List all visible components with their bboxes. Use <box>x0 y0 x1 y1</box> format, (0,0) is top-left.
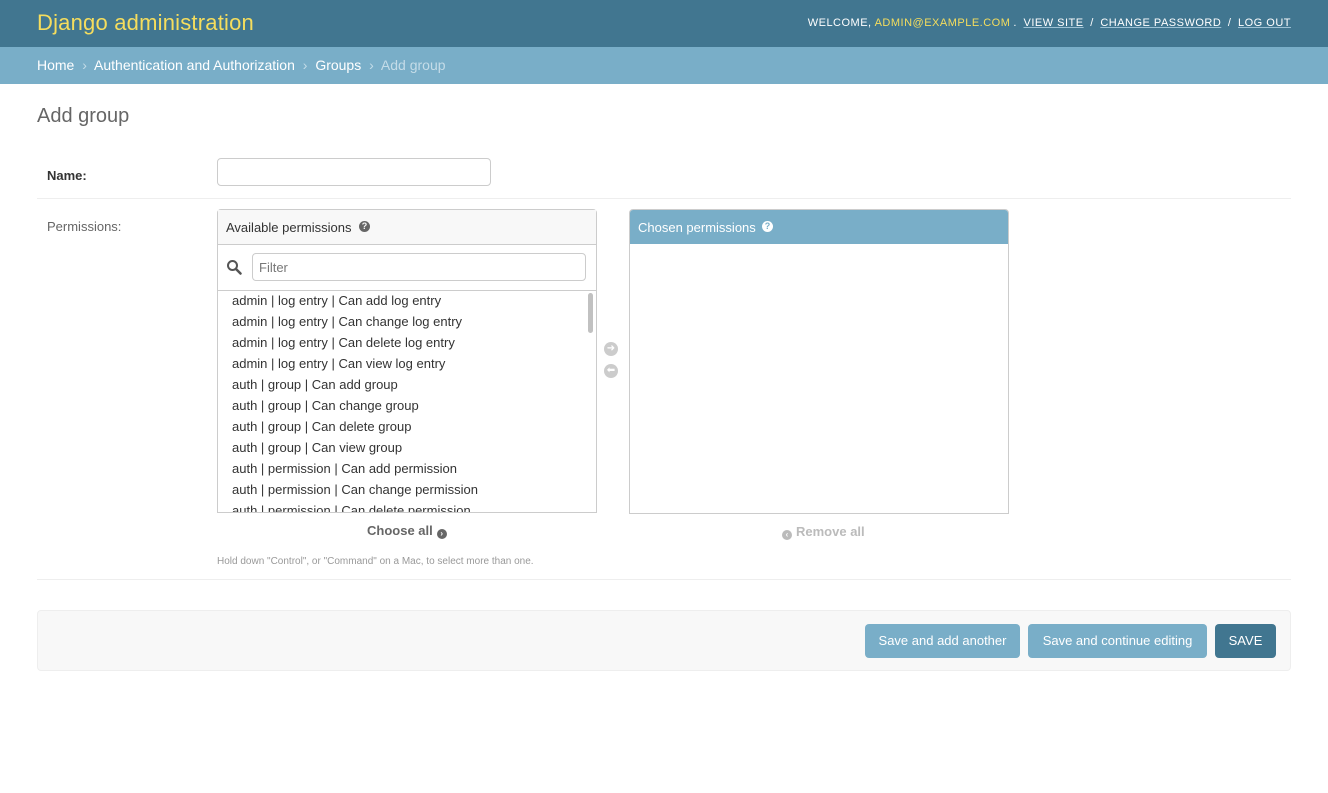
search-icon <box>227 260 242 275</box>
arrow-left-icon: ‹ <box>782 530 792 540</box>
breadcrumb-model[interactable]: Groups <box>315 57 361 73</box>
breadcrumb-home[interactable]: Home <box>37 57 74 73</box>
welcome-text: WELCOME, <box>807 17 872 29</box>
view-site-link[interactable]: VIEW SITE <box>1024 17 1084 29</box>
permission-option[interactable]: auth | permission | Can change permissio… <box>218 479 596 500</box>
permission-option[interactable]: admin | log entry | Can change log entry <box>218 311 596 332</box>
remove-all-button[interactable]: ‹ Remove all <box>782 524 865 540</box>
save-and-continue-button[interactable]: Save and continue editing <box>1028 624 1207 658</box>
permission-option[interactable]: auth | permission | Can add permission <box>218 458 596 479</box>
help-icon[interactable]: ? <box>359 221 370 232</box>
breadcrumb-current: Add group <box>380 57 446 73</box>
save-button[interactable]: SAVE <box>1215 624 1276 658</box>
choose-all-button[interactable]: Choose all › <box>367 523 447 539</box>
separator: / <box>1090 17 1094 29</box>
header: Django administration WELCOME, ADMIN@EXA… <box>0 0 1328 47</box>
chosen-permissions-box: Chosen permissions ? <box>629 209 1009 514</box>
save-and-add-another-button[interactable]: Save and add another <box>865 624 1020 658</box>
username: ADMIN@EXAMPLE.COM <box>874 17 1011 29</box>
arrow-right-icon: › <box>436 529 447 539</box>
page-title: Add group <box>37 105 130 127</box>
help-text: Hold down "Control", or "Command" on a M… <box>217 556 534 567</box>
submit-row: Save and add another Save and continue e… <box>37 610 1291 671</box>
name-input[interactable] <box>217 158 491 186</box>
permission-option[interactable]: admin | log entry | Can delete log entry <box>218 332 596 353</box>
site-name[interactable]: Django administration <box>37 10 254 36</box>
choose-all-label: Choose all <box>367 523 433 538</box>
log-out-link[interactable]: LOG OUT <box>1238 17 1291 29</box>
available-permissions-heading: Available permissions <box>226 220 352 235</box>
chosen-permissions-list[interactable] <box>630 244 1008 512</box>
breadcrumb-separator: › <box>82 57 87 73</box>
permission-option[interactable]: admin | log entry | Can view log entry <box>218 353 596 374</box>
scrollbar[interactable] <box>588 293 593 333</box>
remove-all-label: Remove all <box>796 524 865 539</box>
breadcrumb: Home › Authentication and Authorization … <box>0 47 1328 84</box>
permissions-label: Permissions: <box>47 219 122 234</box>
available-permissions-box: Available permissions ? admin | log entr… <box>217 209 597 513</box>
change-password-link[interactable]: CHANGE PASSWORD <box>1100 17 1221 29</box>
permission-option[interactable]: auth | permission | Can delete permissio… <box>218 500 596 512</box>
add-arrow-icon[interactable]: ➜ <box>604 342 618 356</box>
permission-option[interactable]: auth | group | Can add group <box>218 374 596 395</box>
breadcrumb-separator: › <box>302 57 308 73</box>
user-tools: WELCOME, ADMIN@EXAMPLE.COM. VIEW SITE / … <box>808 17 1291 29</box>
permission-option[interactable]: auth | group | Can view group <box>218 437 596 458</box>
separator: / <box>1227 17 1232 29</box>
filter-bar <box>218 245 596 291</box>
name-label: Name: <box>47 168 87 183</box>
available-permissions-list[interactable]: admin | log entry | Can add log entry adm… <box>218 290 596 512</box>
name-row: Name: <box>37 147 1291 199</box>
chosen-permissions-title: Chosen permissions ? <box>630 210 1008 244</box>
help-icon[interactable]: ? <box>762 221 773 232</box>
permission-option[interactable]: admin | log entry | Can add log entry <box>218 290 596 311</box>
separator: . <box>1013 17 1017 29</box>
breadcrumb-separator: › <box>369 57 374 73</box>
permission-option[interactable]: auth | group | Can delete group <box>218 416 596 437</box>
available-permissions-title: Available permissions ? <box>218 210 596 245</box>
filter-input[interactable] <box>252 253 586 281</box>
chosen-permissions-heading: Chosen permissions <box>638 220 756 235</box>
permission-option[interactable]: auth | group | Can change group <box>218 395 596 416</box>
breadcrumb-app[interactable]: Authentication and Authorization <box>94 57 295 73</box>
selector-arrows: ➜ ⬅ <box>604 342 622 386</box>
permissions-row: Permissions: Available permissions ? adm… <box>37 199 1291 580</box>
remove-arrow-icon[interactable]: ⬅ <box>604 364 618 378</box>
